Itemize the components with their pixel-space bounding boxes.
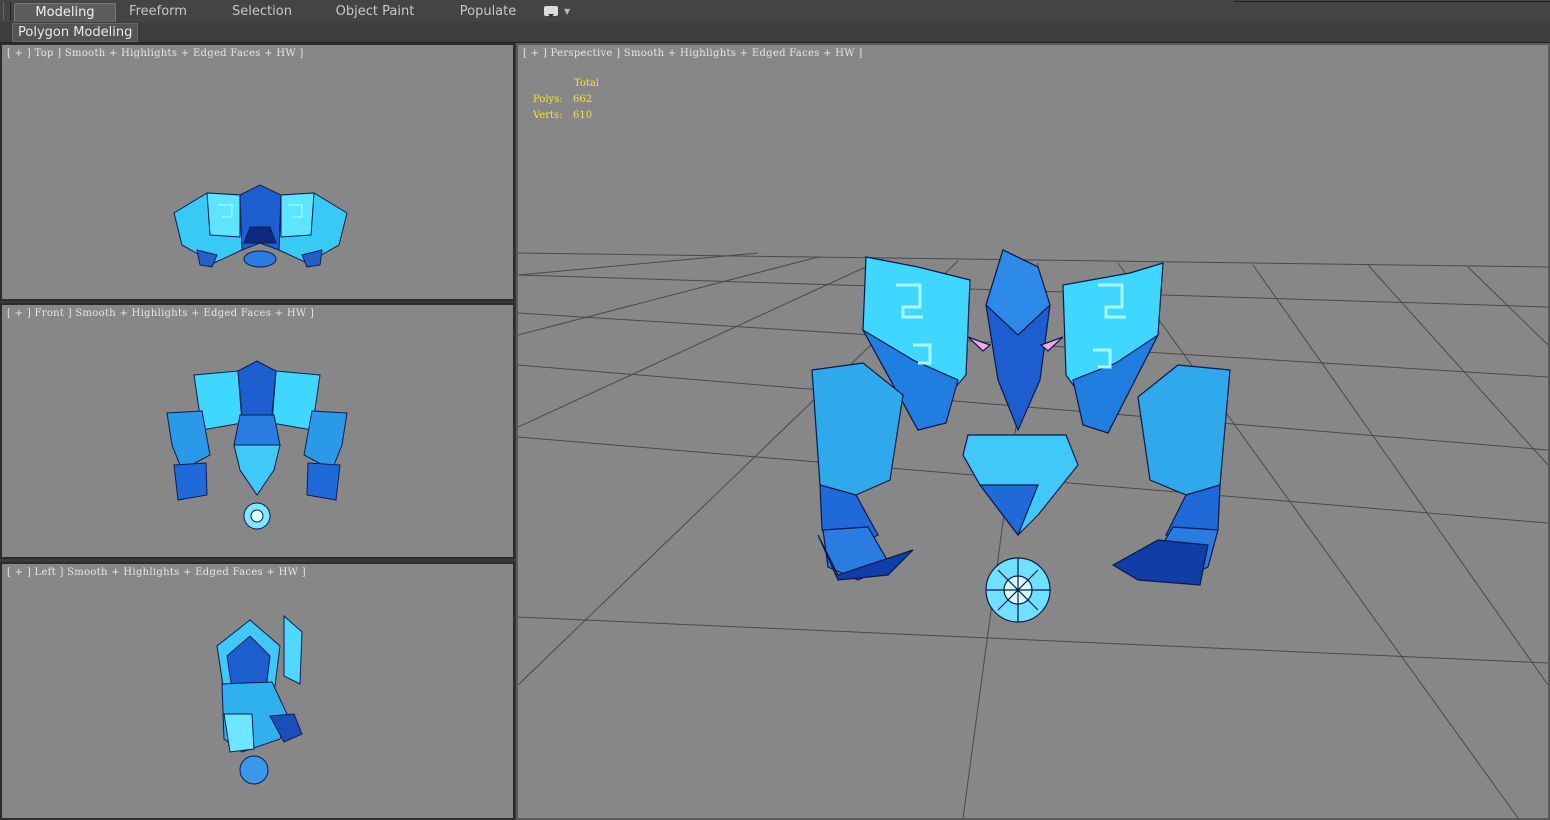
ribbon-divider [1234, 1, 1550, 2]
tab-freeform[interactable]: Freeform [118, 3, 198, 21]
viewport-front[interactable]: [ + ] Front ] Smooth + Highlights + Edge… [0, 303, 515, 559]
tab-modeling[interactable]: Modeling [14, 3, 116, 22]
golem-model [811, 249, 1231, 623]
tab-object-paint[interactable]: Object Paint [334, 3, 416, 21]
viewport-top[interactable]: [ + ] Top ] Smooth + Highlights + Edged … [0, 43, 515, 301]
viewport-perspective[interactable]: [ + ] Perspective ] Smooth + Highlights … [516, 43, 1550, 820]
tab-selection[interactable]: Selection [222, 3, 302, 21]
ribbon-options-icon[interactable] [544, 6, 558, 18]
ribbon-panel-bar: Polygon Modeling [0, 22, 1550, 43]
polygon-modeling-panel-button[interactable]: Polygon Modeling [12, 23, 139, 42]
tab-populate[interactable]: Populate [456, 3, 520, 21]
ribbon-tab-bar: Modeling Freeform Selection Object Paint… [0, 0, 1550, 23]
ribbon-grip-handle[interactable] [3, 2, 11, 20]
top-view-model [173, 184, 348, 268]
viewport-left[interactable]: [ + ] Left ] Smooth + Highlights + Edged… [0, 562, 515, 820]
left-view-model [216, 614, 303, 785]
perspective-scene [518, 249, 1548, 818]
front-view-model [166, 360, 348, 530]
chevron-down-icon[interactable]: ▼ [564, 7, 570, 16]
